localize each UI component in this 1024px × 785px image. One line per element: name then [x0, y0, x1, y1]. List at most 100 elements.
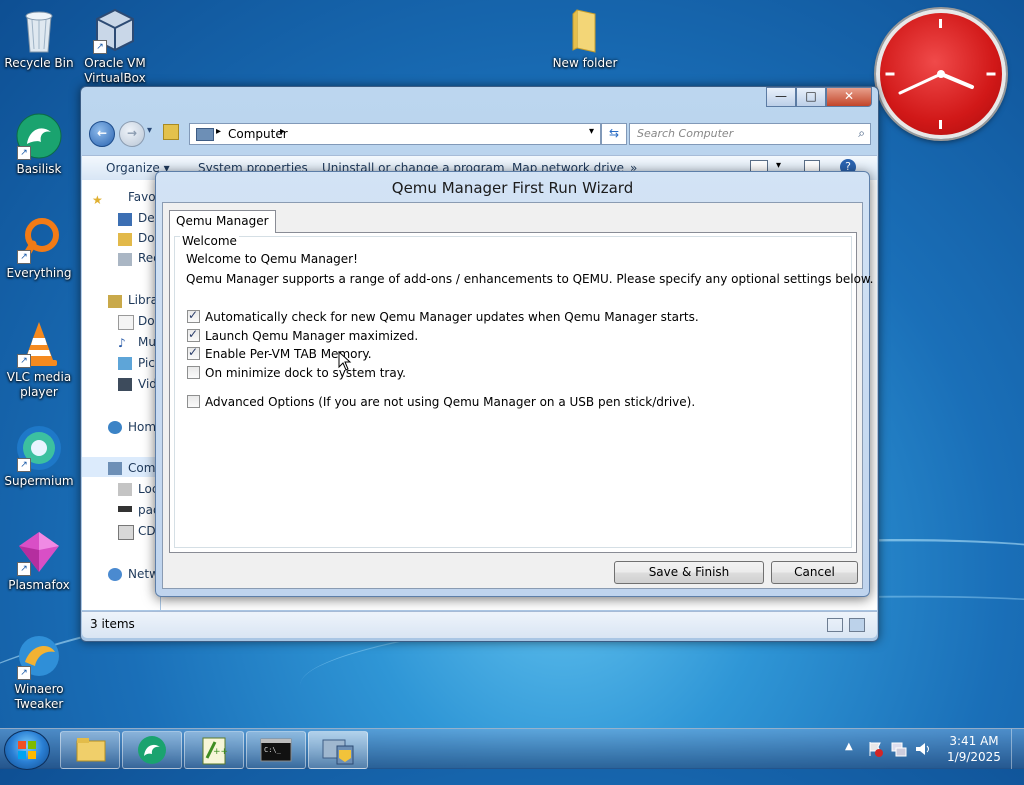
- desktop-icon-winaero-tweaker[interactable]: ↗ Winaero Tweaker: [0, 632, 78, 712]
- recent-places-icon: [118, 253, 132, 266]
- dialog-body: Qemu Manager Welcome Welcome to Qemu Man…: [162, 202, 873, 589]
- desktop-icon-plasmafox[interactable]: ↗ Plasmafox: [0, 528, 78, 593]
- navigation-bar: ← → ▾ ▸ Computer ▸ ▾ ⇆ Search Computer ⌕: [89, 121, 871, 147]
- taskbar: ++ C:\_ ▲ 3:41 AM 1/9/2025: [0, 728, 1024, 770]
- launch-maximized-checkbox[interactable]: Launch Qemu Manager maximized.: [187, 327, 419, 343]
- show-desktop-button[interactable]: [1011, 729, 1024, 769]
- dialog-title: Qemu Manager First Run Wizard: [391, 179, 634, 197]
- vlc-cone-icon: ↗: [15, 320, 63, 368]
- search-icon[interactable]: ⌕: [858, 126, 865, 141]
- winaero-tweaker-icon: ↗: [15, 632, 63, 680]
- status-bar: 3 items: [82, 611, 877, 638]
- network-icon[interactable]: [890, 740, 908, 758]
- details-view-icon[interactable]: [827, 618, 843, 632]
- address-dropdown-icon[interactable]: ▾: [589, 126, 594, 137]
- checkbox-box[interactable]: [187, 327, 200, 342]
- refresh-icon[interactable]: ⇆: [601, 123, 627, 145]
- downloads-icon: [118, 233, 132, 246]
- desktop-icon-label: VLC media player: [6, 370, 72, 399]
- clock-gadget[interactable]: [876, 9, 1006, 139]
- drive-icon: [118, 506, 132, 512]
- checkbox-box[interactable]: [187, 366, 200, 379]
- maximize-button[interactable]: □: [796, 87, 826, 107]
- checkbox-label: Automatically check for new Qemu Manager…: [205, 309, 699, 324]
- nav-item-libraries[interactable]: Libra: [128, 293, 158, 307]
- taskbar-notepadpp[interactable]: ++: [184, 731, 244, 769]
- taskbar-qemu-manager[interactable]: [308, 731, 368, 769]
- computer-icon: [108, 462, 122, 475]
- breadcrumb-arrow-icon[interactable]: ▸: [216, 126, 221, 137]
- recycle-bin-icon: [15, 6, 63, 54]
- auto-update-checkbox[interactable]: Automatically check for new Qemu Manager…: [187, 308, 699, 324]
- virtualbox-icon: ↗: [91, 6, 139, 54]
- dock-to-tray-checkbox[interactable]: On minimize dock to system tray.: [187, 365, 406, 380]
- desktop-icon: [118, 213, 132, 226]
- forward-button[interactable]: →: [119, 121, 145, 147]
- homegroup-icon: [108, 421, 122, 434]
- clock-date[interactable]: 1/9/2025: [944, 750, 1004, 764]
- checkbox-label: Launch Qemu Manager maximized.: [205, 328, 419, 343]
- desktop-icon-recycle-bin[interactable]: Recycle Bin: [0, 6, 78, 71]
- search-placeholder: Search Computer: [637, 127, 734, 140]
- tab-qemu-manager[interactable]: Qemu Manager: [169, 210, 276, 233]
- desktop-icon-basilisk[interactable]: ↗ Basilisk: [0, 112, 78, 177]
- action-center-flag-icon[interactable]: [866, 740, 884, 758]
- minimize-button[interactable]: —: [766, 87, 796, 107]
- mouse-cursor-icon: [338, 351, 352, 371]
- notepad-plus-plus-icon: ++: [202, 737, 228, 765]
- videos-icon: [118, 378, 132, 391]
- checkbox-box[interactable]: [187, 345, 200, 360]
- desktop-icon-label: Plasmafox: [8, 578, 70, 592]
- taskbar-basilisk[interactable]: [122, 731, 182, 769]
- address-bar[interactable]: ▸ Computer ▸ ▾: [189, 123, 601, 145]
- advanced-options-checkbox[interactable]: Advanced Options (If you are not using Q…: [187, 394, 695, 409]
- documents-icon: [118, 315, 134, 330]
- intro-text: Qemu Manager supports a range of add-ons…: [186, 272, 874, 286]
- command-prompt-icon: C:\_: [260, 738, 292, 762]
- item-count: 3 items: [90, 617, 135, 631]
- desktop-icon-vlc[interactable]: ↗ VLC media player: [0, 320, 78, 400]
- show-hidden-icons-arrow[interactable]: ▲: [845, 741, 853, 752]
- qemu-manager-icon: [322, 739, 354, 765]
- cd-drive-icon: [118, 525, 134, 540]
- view-dropdown-icon[interactable]: ▾: [776, 160, 781, 171]
- checkbox-box[interactable]: [187, 308, 200, 323]
- libraries-icon: [108, 295, 122, 308]
- navigation-pane: ★ Favo Des Dow Rec Libra Doc ♪ Mus Pict …: [82, 180, 160, 610]
- taskbar-command-prompt[interactable]: C:\_: [246, 731, 306, 769]
- tab-panel: Welcome Welcome to Qemu Manager! Qemu Ma…: [169, 232, 873, 553]
- desktop-icon-label: Recycle Bin: [4, 56, 74, 70]
- network-icon: [108, 568, 122, 581]
- supermium-icon: ↗: [15, 424, 63, 472]
- back-button[interactable]: ←: [89, 121, 115, 147]
- basilisk-icon: ↗: [15, 112, 63, 160]
- clock-time[interactable]: 3:41 AM: [944, 734, 1004, 748]
- large-icons-view-icon[interactable]: [849, 618, 865, 632]
- save-finish-button[interactable]: Save & Finish: [614, 561, 764, 584]
- search-box[interactable]: Search Computer ⌕: [629, 123, 871, 145]
- taskbar-explorer[interactable]: [60, 731, 120, 769]
- up-folder-icon[interactable]: [163, 124, 179, 140]
- checkbox-label: Advanced Options (If you are not using Q…: [205, 394, 696, 409]
- cancel-button[interactable]: Cancel: [771, 561, 858, 584]
- checkbox-box[interactable]: [187, 395, 200, 408]
- close-button[interactable]: ✕: [826, 87, 872, 107]
- recent-pages-arrow-icon[interactable]: ▾: [147, 125, 152, 136]
- breadcrumb-arrow-icon[interactable]: ▸: [280, 126, 285, 137]
- desktop-icon-everything[interactable]: ↗ Everything: [0, 216, 78, 281]
- computer-icon: [196, 128, 214, 141]
- music-icon: ♪: [118, 336, 126, 350]
- volume-icon[interactable]: [914, 740, 932, 758]
- star-icon: ★: [92, 193, 103, 207]
- start-button[interactable]: [4, 730, 50, 770]
- nav-item-favorites[interactable]: Favo: [128, 190, 156, 204]
- basilisk-icon: [138, 736, 166, 764]
- desktop-icon-label: Everything: [6, 266, 72, 280]
- folder-icon: [76, 738, 106, 762]
- desktop-icon-virtualbox[interactable]: ↗ Oracle VM VirtualBox: [76, 6, 154, 86]
- desktop-icon-label: Basilisk: [16, 162, 62, 176]
- desktop-icon-supermium[interactable]: ↗ Supermium: [0, 424, 78, 489]
- desktop-icon-new-folder[interactable]: New folder: [546, 6, 624, 71]
- first-run-wizard-dialog[interactable]: Qemu Manager First Run Wizard Qemu Manag…: [155, 171, 873, 597]
- welcome-text: Welcome to Qemu Manager!: [186, 252, 358, 266]
